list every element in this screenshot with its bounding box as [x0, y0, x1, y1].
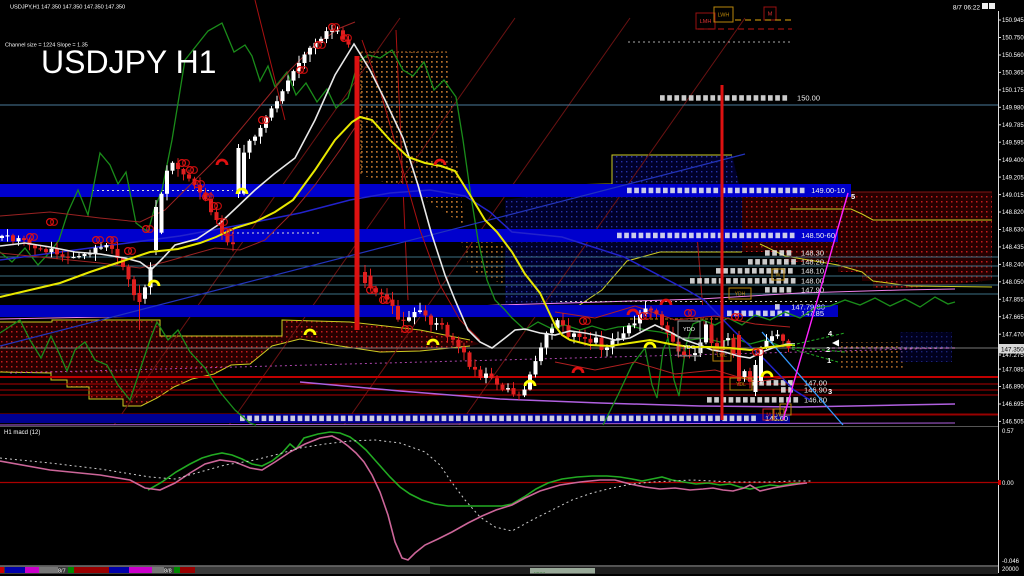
svg-text:8/7 06:22: 8/7 06:22 [953, 5, 980, 12]
svg-text:150.945: 150.945 [1002, 18, 1024, 24]
svg-text:20000: 20000 [1002, 567, 1019, 573]
svg-text:YDC: YDC [683, 345, 695, 351]
svg-text:149.015: 149.015 [1002, 193, 1024, 199]
svg-text:146.505: 146.505 [1002, 420, 1024, 426]
svg-text:0.00: 0.00 [1002, 481, 1014, 487]
svg-text:149.400: 149.400 [1002, 158, 1024, 164]
svg-text:148.50-60: 148.50-60 [801, 231, 835, 240]
svg-text:8/8: 8/8 [164, 569, 172, 575]
svg-text:146.890: 146.890 [1002, 385, 1024, 391]
svg-text:148.00: 148.00 [801, 277, 824, 286]
svg-text:H1 macd (12): H1 macd (12) [4, 430, 40, 436]
svg-text:USDJPY,H1 147.350 147.350 147: USDJPY,H1 147.350 147.350 147.350 147.35… [10, 5, 125, 11]
svg-text:147.470: 147.470 [1002, 332, 1024, 338]
svg-text:148.20: 148.20 [801, 258, 824, 267]
svg-text:-0.046: -0.046 [1002, 559, 1020, 565]
svg-text:147.350: 147.350 [1001, 347, 1024, 354]
svg-text:LWL: LWL [717, 353, 727, 359]
svg-text:149.980: 149.980 [1002, 106, 1024, 112]
svg-text:USDJPY H1: USDJPY H1 [41, 44, 216, 80]
svg-text:147.085: 147.085 [1002, 367, 1024, 373]
svg-text:LWH: LWH [718, 13, 730, 19]
svg-text:148.30: 148.30 [801, 249, 824, 258]
svg-text:150.00: 150.00 [797, 94, 820, 103]
svg-text:148.820: 148.820 [1002, 210, 1024, 216]
svg-text:3: 3 [828, 387, 832, 396]
svg-text:148.435: 148.435 [1002, 245, 1024, 251]
svg-text:148.240: 148.240 [1002, 263, 1024, 269]
svg-text:149.205: 149.205 [1002, 175, 1024, 181]
svg-text:148.10: 148.10 [801, 267, 824, 276]
svg-text:1: 1 [827, 356, 831, 365]
svg-text:YDO: YDO [683, 327, 696, 333]
svg-text:........: ........ [534, 569, 545, 575]
svg-text:M: M [768, 12, 773, 18]
svg-text:149.00-10: 149.00-10 [811, 186, 845, 195]
svg-text:147.665: 147.665 [1002, 315, 1024, 321]
svg-text:150.560: 150.560 [1002, 53, 1024, 59]
svg-text:147.275: 147.275 [1002, 353, 1024, 359]
svg-text:YDL: YDL [736, 382, 746, 388]
svg-text:150.175: 150.175 [1002, 88, 1024, 94]
svg-text:147.855: 147.855 [1002, 298, 1024, 304]
svg-text:5: 5 [851, 192, 855, 201]
svg-text:W: W [775, 273, 781, 279]
svg-text:2: 2 [826, 345, 830, 354]
svg-text:150.750: 150.750 [1002, 36, 1024, 42]
svg-text:LMH: LMH [700, 19, 712, 25]
svg-text:149.595: 149.595 [1002, 140, 1024, 146]
svg-text:8/7: 8/7 [58, 569, 66, 575]
svg-text:0.57: 0.57 [1002, 429, 1014, 435]
svg-text:148.630: 148.630 [1002, 228, 1024, 234]
svg-text:W: W [776, 413, 782, 419]
svg-text:YDH: YDH [735, 291, 746, 297]
svg-text:148.050: 148.050 [1002, 280, 1024, 286]
svg-text:149.785: 149.785 [1002, 123, 1024, 129]
svg-text:146.695: 146.695 [1002, 402, 1024, 408]
svg-text:150.365: 150.365 [1002, 71, 1024, 77]
svg-text:M: M [766, 413, 771, 419]
